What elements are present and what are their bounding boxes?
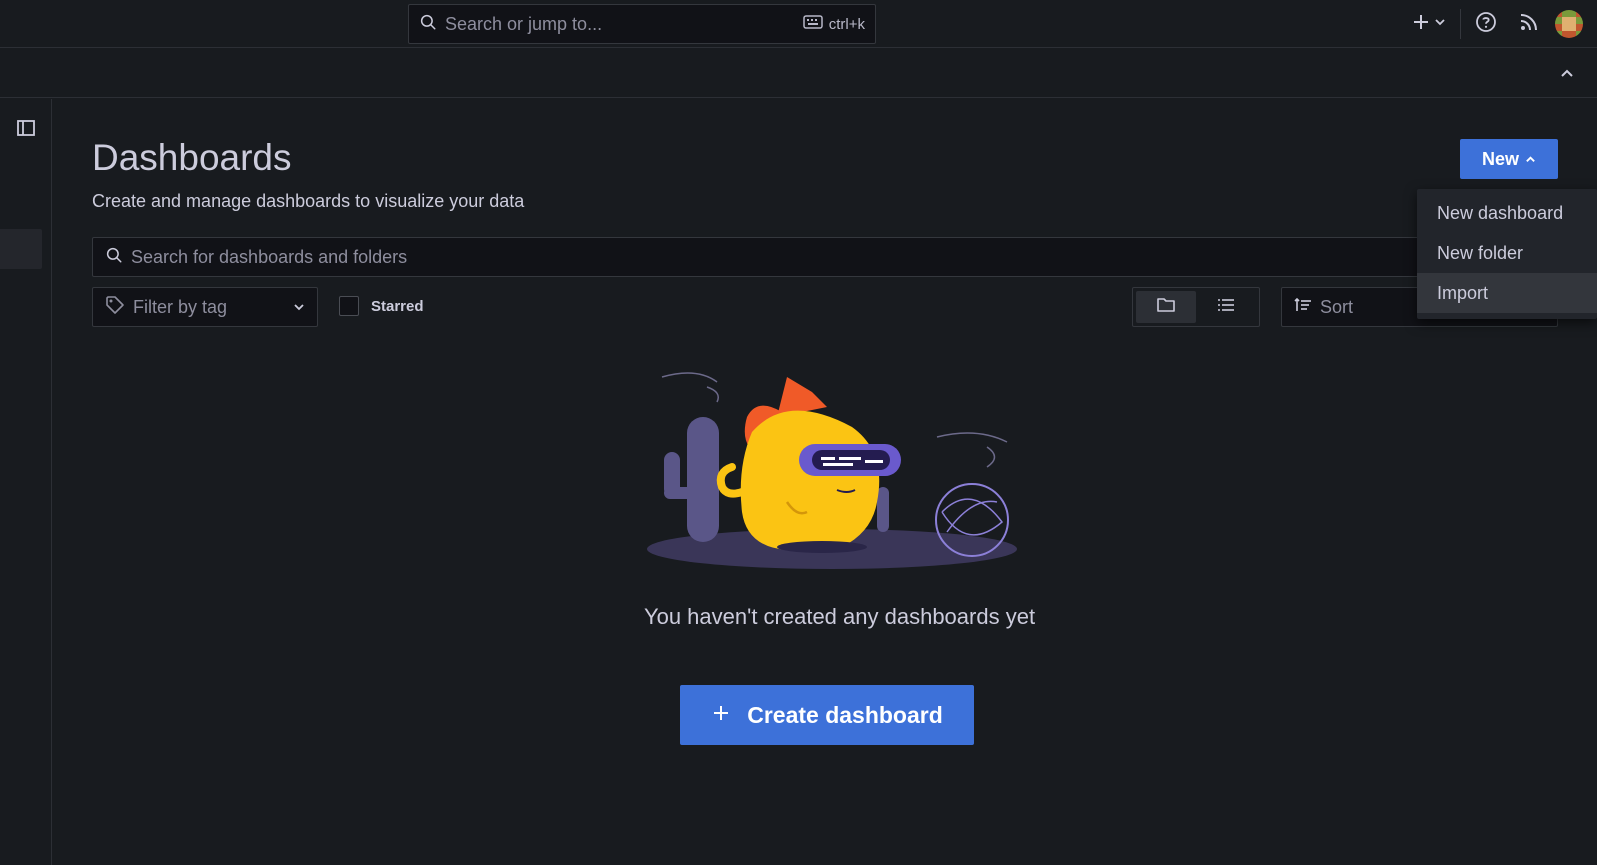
add-menu-button[interactable]	[1412, 13, 1446, 36]
list-view-button[interactable]	[1196, 291, 1256, 323]
starred-checkbox[interactable]	[339, 296, 359, 316]
sidebar	[0, 99, 52, 865]
plus-icon	[711, 702, 731, 729]
starred-label: Starred	[371, 297, 424, 315]
tag-icon	[105, 295, 125, 320]
menu-item-new-dashboard[interactable]: New dashboard	[1417, 193, 1597, 233]
dock-menu-button[interactable]	[16, 118, 36, 143]
empty-state-message: You haven't created any dashboards yet	[643, 604, 1036, 629]
page-title: Dashboards	[92, 137, 292, 178]
dashboard-search-input[interactable]: Search for dashboards and folders	[92, 237, 1558, 277]
top-bar: Search or jump to... ctrl+k	[0, 0, 1597, 48]
search-shortcut-text: ctrl+k	[828, 15, 865, 33]
top-right-actions	[1412, 0, 1597, 48]
main-content: Dashboards Create and manage dashboards …	[52, 99, 1597, 865]
tag-filter-select[interactable]: Filter by tag	[92, 287, 318, 327]
help-icon	[1475, 11, 1497, 38]
new-button-label: New	[1481, 148, 1519, 169]
chevron-down-icon	[293, 297, 305, 318]
tag-filter-placeholder: Filter by tag	[133, 296, 228, 317]
sort-icon	[1294, 297, 1312, 318]
page-subtitle: Create and manage dashboards to visualiz…	[92, 191, 525, 211]
menu-item-import[interactable]: Import	[1417, 273, 1597, 313]
collapse-button[interactable]	[1559, 65, 1575, 86]
list-icon	[1217, 297, 1235, 318]
view-toggle	[1132, 287, 1260, 327]
search-icon	[419, 13, 437, 36]
global-search-placeholder: Search or jump to...	[445, 13, 603, 34]
chevron-down-icon	[1434, 15, 1446, 33]
empty-state-illustration	[637, 372, 1027, 572]
new-button[interactable]: New	[1460, 139, 1558, 179]
create-dashboard-label: Create dashboard	[747, 701, 943, 728]
avatar[interactable]	[1555, 10, 1583, 38]
search-shortcut: ctrl+k	[802, 15, 865, 33]
plus-icon	[1412, 13, 1430, 36]
starred-filter[interactable]: Starred	[339, 296, 424, 316]
sidebar-active-item[interactable]	[0, 229, 42, 269]
rss-icon	[1519, 12, 1539, 37]
folder-icon	[1156, 296, 1176, 319]
chevron-up-icon	[1525, 149, 1536, 170]
folder-view-button[interactable]	[1136, 291, 1196, 323]
menu-item-new-folder[interactable]: New folder	[1417, 233, 1597, 273]
sort-placeholder: Sort	[1320, 296, 1354, 317]
divider	[1460, 9, 1461, 39]
dashboard-search-placeholder: Search for dashboards and folders	[131, 246, 408, 267]
dock-sidebar-icon	[16, 118, 36, 143]
news-button[interactable]	[1519, 12, 1539, 37]
chevron-up-icon	[1559, 65, 1575, 86]
help-button[interactable]	[1475, 11, 1497, 38]
new-menu: New dashboard New folder Import	[1417, 189, 1597, 319]
search-icon	[105, 246, 123, 269]
global-search-input[interactable]: Search or jump to... ctrl+k	[408, 4, 876, 44]
create-dashboard-button[interactable]: Create dashboard	[680, 685, 974, 745]
keyboard-icon	[802, 15, 823, 33]
breadcrumb-bar	[0, 49, 1597, 98]
